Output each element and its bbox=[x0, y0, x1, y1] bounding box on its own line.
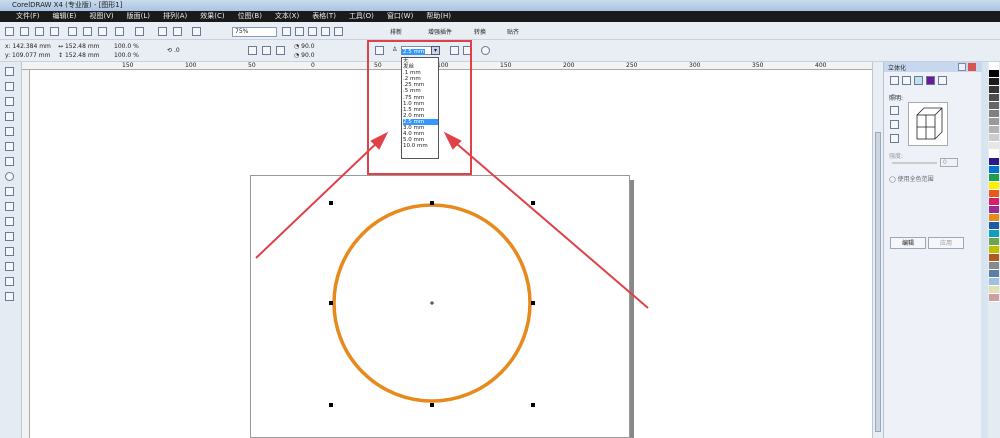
annotation-arrow-left bbox=[255, 137, 383, 259]
selection-handle[interactable] bbox=[531, 301, 535, 305]
intensity-slider[interactable] bbox=[892, 162, 937, 164]
color-swatch[interactable] bbox=[989, 222, 999, 230]
intensity-value: 0 bbox=[943, 159, 947, 166]
color-swatch[interactable] bbox=[989, 118, 999, 126]
scrollbar-thumb[interactable] bbox=[875, 132, 881, 432]
close-icon[interactable] bbox=[968, 63, 976, 71]
selection-handle[interactable] bbox=[430, 403, 434, 407]
extrude-camera-icon[interactable] bbox=[890, 76, 899, 85]
selection-handle[interactable] bbox=[329, 403, 333, 407]
color-swatch[interactable] bbox=[989, 230, 999, 238]
color-swatch[interactable] bbox=[989, 294, 999, 302]
vertical-scrollbar[interactable] bbox=[872, 62, 883, 438]
color-swatch[interactable] bbox=[989, 190, 999, 198]
color-swatch[interactable] bbox=[989, 254, 999, 262]
color-swatch[interactable] bbox=[989, 198, 999, 206]
minimize-icon[interactable] bbox=[958, 63, 966, 71]
color-swatch[interactable] bbox=[989, 262, 999, 270]
color-swatch[interactable] bbox=[989, 102, 999, 110]
color-swatch[interactable] bbox=[989, 174, 999, 182]
color-swatch[interactable] bbox=[989, 182, 999, 190]
color-swatch[interactable] bbox=[989, 126, 999, 134]
extrude-lighting-icon[interactable] bbox=[914, 76, 923, 85]
color-swatch[interactable] bbox=[989, 94, 999, 102]
color-swatch[interactable] bbox=[989, 270, 999, 278]
color-swatch[interactable] bbox=[989, 110, 999, 118]
color-swatch[interactable] bbox=[989, 206, 999, 214]
edit-button[interactable]: 编辑 bbox=[890, 237, 926, 249]
intensity-label: 强度: bbox=[889, 153, 904, 160]
color-swatch[interactable] bbox=[989, 78, 999, 86]
annotation-arrow-right bbox=[449, 137, 649, 309]
light-1-icon[interactable] bbox=[890, 106, 899, 115]
extrude-bevel-icon[interactable] bbox=[938, 76, 947, 85]
selection-handle[interactable] bbox=[531, 201, 535, 205]
extrude-rotation-icon[interactable] bbox=[902, 76, 911, 85]
color-swatch[interactable] bbox=[989, 238, 999, 246]
color-swatch[interactable] bbox=[989, 166, 999, 174]
selection-handle[interactable] bbox=[430, 201, 434, 205]
lighting-label: 照明: bbox=[889, 95, 904, 102]
docker-header: 立体化 bbox=[884, 62, 982, 72]
color-swatch[interactable] bbox=[989, 278, 999, 286]
selection-handle[interactable] bbox=[531, 403, 535, 407]
extrude-color-icon[interactable] bbox=[926, 76, 935, 85]
intensity-input[interactable]: 0 bbox=[940, 158, 958, 167]
color-swatch[interactable] bbox=[989, 62, 999, 70]
color-swatch[interactable] bbox=[989, 214, 999, 222]
selection-handle[interactable] bbox=[329, 301, 333, 305]
color-swatch[interactable] bbox=[989, 286, 999, 294]
color-swatch[interactable] bbox=[989, 150, 999, 158]
color-swatch[interactable] bbox=[989, 134, 999, 142]
light-3-icon[interactable] bbox=[890, 134, 899, 143]
extrude-docker: 立体化 照明: 强度: 0 ◯ 使用全色范围 编辑 应用 bbox=[883, 62, 982, 438]
full-color-label: 使用全色范围 bbox=[897, 176, 934, 183]
light-2-icon[interactable] bbox=[890, 120, 899, 129]
selection-handle[interactable] bbox=[329, 201, 333, 205]
color-swatch[interactable] bbox=[989, 86, 999, 94]
lighting-preview[interactable] bbox=[908, 102, 948, 146]
annotation-highlight-box bbox=[367, 40, 472, 175]
apply-button[interactable]: 应用 bbox=[928, 237, 964, 249]
drawing-overlay bbox=[255, 131, 649, 403]
docker-title: 立体化 bbox=[888, 65, 907, 72]
color-swatch[interactable] bbox=[989, 246, 999, 254]
full-color-checkbox[interactable]: ◯ 使用全色范围 bbox=[889, 174, 934, 183]
color-swatch[interactable] bbox=[989, 70, 999, 78]
color-palette bbox=[988, 62, 1000, 438]
color-swatch[interactable] bbox=[989, 142, 999, 150]
color-swatch[interactable] bbox=[989, 158, 999, 166]
cube-preview-icon bbox=[916, 107, 943, 140]
